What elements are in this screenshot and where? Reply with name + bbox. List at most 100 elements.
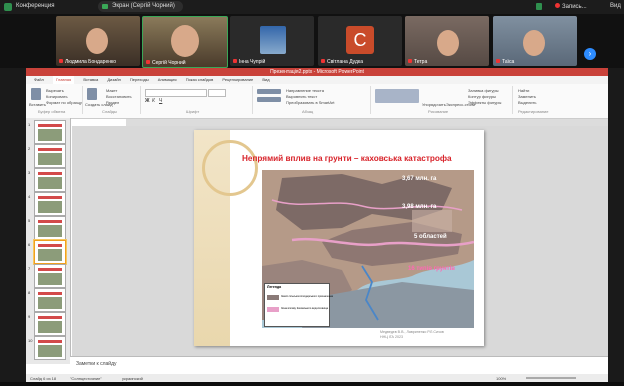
slide-thumbnail[interactable]: 5 (28, 216, 66, 240)
horizontal-ruler (126, 119, 608, 126)
bottom-toolbar-edge (0, 382, 624, 386)
tab-animations[interactable]: Анимация (158, 76, 177, 84)
participant-tile[interactable]: Тетра (405, 16, 489, 66)
text-direction-button[interactable]: Направление текста (286, 88, 324, 93)
slide-number: 2 (28, 146, 31, 151)
thumbnail-image (38, 273, 62, 285)
map-label-area-1: 3,67 млн. га (402, 176, 437, 182)
section-button[interactable]: Раздел (106, 100, 119, 105)
group-label: Рисование (428, 109, 449, 114)
participant-video (171, 25, 199, 57)
group-label: Слайды (102, 109, 117, 114)
participant-video (437, 30, 459, 56)
tab-insert[interactable]: Вставка (83, 76, 98, 84)
bold-button[interactable]: Ж (145, 98, 150, 104)
zoom-level[interactable]: 100% (496, 376, 506, 381)
tab-slideshow[interactable]: Показ слайдов (186, 76, 214, 84)
layout-button[interactable]: Макет (106, 88, 117, 93)
format-painter-button[interactable]: Формат по образцу (46, 100, 82, 105)
legend-title: Легенда (267, 285, 282, 289)
tab-transitions[interactable]: Переходы (130, 76, 149, 84)
security-icon[interactable] (536, 3, 542, 10)
map-label-regions: 5 областей (414, 234, 447, 240)
view-button[interactable]: Вид (610, 3, 621, 9)
legend-label: Землі сільськогосподарського призначення (281, 295, 334, 298)
slide-editor[interactable]: Непрямий вплив на грунти – каховська кат… (72, 126, 608, 364)
shape-effects-button[interactable]: Эффекты фигуры (468, 100, 501, 105)
status-bar: Слайд 6 из 18 "Солнцестояние" украинский… (26, 374, 608, 382)
current-slide[interactable]: Непрямий вплив на грунти – каховська кат… (194, 130, 484, 346)
slide-thumbnail[interactable]: 8 (28, 288, 66, 312)
participant-tile[interactable]: Таїса (493, 16, 577, 66)
slide-thumbnail[interactable]: 2 (28, 144, 66, 168)
paste-icon[interactable] (31, 88, 41, 100)
participant-tile-active-speaker[interactable]: Сергій Чорний (142, 16, 228, 68)
paste-button[interactable]: Вставить (29, 102, 46, 107)
group-label: Шрифт (186, 109, 200, 114)
slide-thumbnail[interactable]: 10 (28, 336, 66, 360)
recording-indicator[interactable]: Запись... (555, 3, 587, 10)
participant-photo (260, 26, 286, 54)
tab-review[interactable]: Рецензирование (222, 76, 253, 84)
next-page-button[interactable]: › (584, 48, 596, 60)
participant-tile[interactable]: Інна Чупрій (230, 16, 314, 66)
font-group: Ж К Ч Шрифт (142, 86, 253, 114)
thumbnail-image (38, 321, 62, 333)
slide-thumbnail[interactable]: 7 (28, 264, 66, 288)
cut-button[interactable]: Вырезать (46, 88, 64, 93)
font-size-select[interactable] (208, 89, 226, 97)
shapes-gallery[interactable] (375, 89, 419, 103)
tab-view[interactable]: Вид (262, 76, 269, 84)
soil-map-image[interactable]: 3,67 млн. га 3,98 млн. га 5 областей 16 … (262, 170, 474, 328)
slide-thumbnail-selected[interactable]: 6 (28, 240, 66, 264)
reset-button[interactable]: Восстановить (106, 94, 132, 99)
new-slide-icon[interactable] (87, 88, 97, 100)
notes-pane[interactable]: Заметки к слайду (70, 356, 608, 371)
slide-thumbnail[interactable]: 3 (28, 168, 66, 192)
align-text-button[interactable]: Выровнять текст (286, 94, 317, 99)
thumbnail-title-bar (38, 124, 62, 127)
slide-number: 7 (28, 266, 31, 271)
arrange-button[interactable]: Упорядочить (422, 102, 446, 107)
slide-number: 3 (28, 170, 31, 175)
slide-decoration (194, 130, 258, 346)
status-language[interactable]: украинский (122, 376, 143, 381)
tab-design[interactable]: Дизайн (107, 76, 120, 84)
font-name-select[interactable] (145, 89, 207, 97)
replace-button[interactable]: Заменить (518, 94, 536, 99)
shape-fill-button[interactable]: Заливка фигуры (468, 88, 499, 93)
tab-home[interactable]: Главная (52, 76, 75, 84)
select-button[interactable]: Выделить (518, 100, 536, 105)
view-options-button[interactable]: Экран (Сергій Чорний) (98, 1, 183, 12)
status-theme: "Солнцестояние" (70, 376, 102, 381)
participant-tile[interactable]: Людмила Бондаренко (56, 16, 140, 66)
participant-tile[interactable]: С Світлана Дудка (318, 16, 402, 66)
slide-thumbnails-pane[interactable]: 1 2 3 4 5 6 7 8 9 10 (26, 118, 71, 364)
participant-avatar: С (346, 26, 374, 54)
list-bullets-icon[interactable] (257, 89, 281, 94)
slide-thumbnail[interactable]: 4 (28, 192, 66, 216)
shape-outline-button[interactable]: Контур фигуры (468, 94, 496, 99)
zoom-slider[interactable] (526, 377, 576, 379)
window-title: Конференция (16, 3, 55, 9)
slide-number: 6 (28, 242, 31, 247)
italic-button[interactable]: К (152, 98, 155, 104)
find-button[interactable]: Найти (518, 88, 529, 93)
slides-group: Создать слайд Макет Восстановить Раздел … (84, 86, 141, 114)
tab-file[interactable]: Файл (34, 76, 44, 84)
convert-smartart-button[interactable]: Преобразовать в SmartArt (286, 100, 335, 105)
slide-thumbnail[interactable]: 1 (28, 120, 66, 144)
slide-number: 4 (28, 194, 31, 199)
source-line: ННЦ ІГА 2023 (380, 335, 403, 339)
thumbnail-title-bar (38, 268, 62, 271)
ribbon: Вставить Вырезать Копировать Формат по о… (26, 84, 608, 119)
participant-name: Світлана Дудка (321, 59, 363, 65)
copy-button[interactable]: Копировать (46, 94, 68, 99)
thumbnail-title-bar (38, 172, 62, 175)
slide-title[interactable]: Непрямий вплив на грунти – каховська кат… (242, 154, 472, 163)
group-label: Редактирование (518, 109, 549, 114)
align-icon[interactable] (257, 97, 281, 102)
slide-thumbnail[interactable]: 9 (28, 312, 66, 336)
thumbnail-title-bar (38, 340, 62, 343)
underline-button[interactable]: Ч (159, 98, 162, 104)
